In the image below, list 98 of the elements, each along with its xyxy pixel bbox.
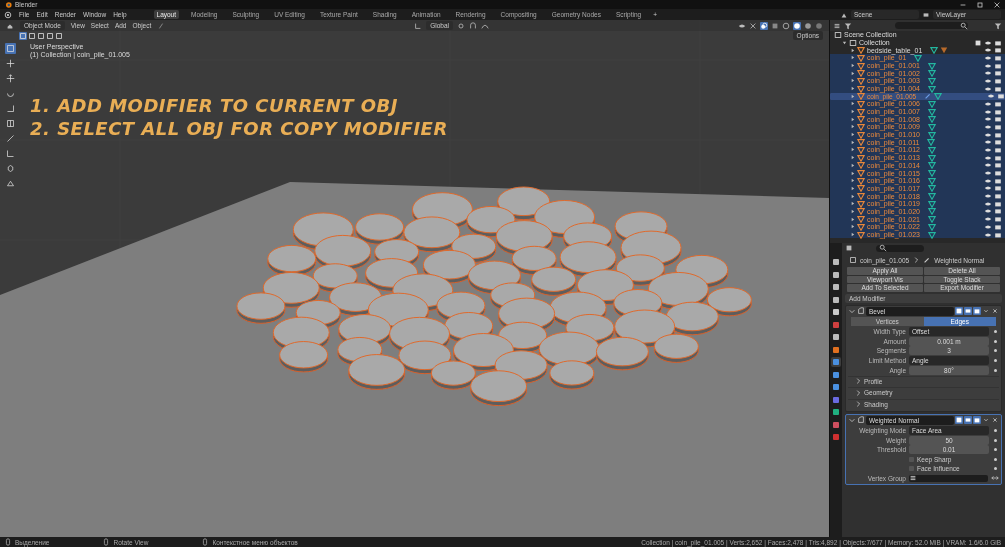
disclosure-icon[interactable] — [850, 139, 855, 145]
checkbox-icon[interactable] — [974, 38, 982, 47]
modifier-icon — [857, 416, 865, 425]
tool-icon[interactable] — [5, 178, 16, 189]
funnel-icon[interactable] — [994, 21, 1002, 30]
disclosure-icon[interactable] — [850, 78, 855, 84]
properties-tab-icon[interactable] — [831, 269, 841, 280]
mouse-icon — [4, 538, 12, 546]
disclosure-icon[interactable] — [850, 109, 855, 115]
close-icon[interactable] — [991, 416, 999, 425]
properties-tab-icon[interactable] — [831, 344, 841, 355]
disclosure-icon[interactable] — [850, 147, 855, 153]
tool-icon[interactable] — [5, 73, 16, 84]
search-icon — [960, 21, 968, 30]
vertex-group-field[interactable] — [909, 474, 988, 482]
keyframe-dot[interactable] — [994, 467, 997, 471]
annotation-text: 1. ADD MODIFIER TO CURRENT OBJ — [30, 95, 399, 116]
disclosure-icon[interactable] — [850, 124, 855, 130]
tool-icon[interactable] — [5, 148, 16, 159]
keyframe-dot[interactable] — [994, 330, 997, 334]
pivot-icon[interactable] — [457, 21, 466, 30]
disclosure-icon[interactable] — [850, 162, 855, 168]
disclosure-icon[interactable] — [850, 201, 855, 207]
disclosure-icon[interactable] — [850, 93, 855, 99]
material-shading-icon[interactable] — [804, 21, 812, 30]
search-field[interactable] — [876, 244, 924, 252]
gizmo-icon[interactable] — [749, 21, 757, 30]
disclosure-icon[interactable] — [850, 193, 855, 199]
tool-icon[interactable] — [5, 43, 16, 54]
properties-tab-icon[interactable] — [831, 382, 841, 392]
search-icon — [879, 244, 887, 252]
keyframe-dot[interactable] — [994, 368, 997, 372]
disclosure-icon[interactable] — [850, 70, 855, 76]
tool-icon[interactable] — [5, 58, 16, 69]
render-toggle-icon[interactable] — [973, 307, 981, 315]
properties-tab-icon[interactable] — [831, 294, 841, 305]
tool-icon[interactable] — [5, 163, 16, 174]
solid-shading-icon[interactable] — [793, 21, 801, 30]
disclosure-icon[interactable] — [850, 232, 855, 238]
render-toggle-icon[interactable] — [973, 416, 981, 425]
keyframe-dot[interactable] — [994, 448, 997, 452]
mouse-icon — [102, 538, 111, 546]
keyframe-dot[interactable] — [994, 428, 997, 432]
properties-tab-icon[interactable] — [831, 369, 841, 380]
disclosure-icon[interactable] — [850, 47, 855, 53]
axes-icon[interactable] — [414, 21, 423, 30]
wireframe-shading-icon[interactable] — [782, 21, 790, 30]
snap-icon[interactable] — [469, 21, 478, 30]
properties-tab-icon[interactable] — [831, 332, 841, 342]
dropdown-icon[interactable] — [982, 307, 990, 315]
mouse-icon — [201, 538, 210, 546]
annotation-text: 2. SELECT ALL OBJ FOR COPY MODIFIER — [30, 118, 448, 139]
disclosure-icon[interactable] — [850, 185, 855, 191]
display-toggle-icon[interactable] — [964, 307, 972, 315]
display-mode-icon[interactable] — [833, 21, 841, 30]
chevron-right-icon — [912, 256, 921, 264]
properties-tab-icon[interactable] — [831, 407, 841, 417]
disclosure-icon[interactable] — [850, 208, 855, 214]
disclosure-icon[interactable] — [850, 86, 855, 92]
disclosure-icon[interactable] — [850, 116, 855, 122]
selection-mode-icon[interactable] — [19, 31, 27, 40]
disclosure-icon[interactable] — [850, 101, 855, 107]
disclosure-icon[interactable] — [842, 40, 847, 46]
disclosure-icon[interactable] — [850, 178, 855, 184]
invert-icon[interactable] — [991, 474, 999, 483]
rendered-shading-icon[interactable] — [815, 21, 823, 30]
tool-icon[interactable] — [5, 118, 16, 129]
disclosure-icon[interactable] — [850, 224, 855, 230]
display-toggle-icon[interactable] — [964, 416, 972, 425]
mesh-object-icon — [849, 256, 857, 264]
search-field[interactable] — [895, 22, 968, 29]
disclosure-icon[interactable] — [850, 63, 855, 69]
tool-icon[interactable] — [5, 133, 16, 144]
wrench-icon — [923, 256, 932, 264]
disclosure-icon[interactable] — [850, 155, 855, 161]
edit-mode-toggle-icon[interactable] — [955, 416, 963, 425]
properties-tab-icon[interactable] — [831, 282, 841, 292]
keyframe-dot[interactable] — [994, 457, 997, 461]
keyframe-dot[interactable] — [994, 358, 997, 362]
overlay-icon[interactable] — [760, 21, 768, 30]
properties-tab-icon[interactable] — [831, 257, 841, 267]
vertex-group-icon — [909, 474, 917, 483]
properties-tab-icon[interactable] — [831, 307, 841, 317]
keyframe-dot[interactable] — [994, 339, 997, 343]
disclosure-icon[interactable] — [850, 132, 855, 138]
edit-mode-toggle-icon[interactable] — [955, 307, 963, 315]
maximize-icon[interactable] — [976, 0, 984, 9]
tool-icon[interactable] — [5, 103, 16, 114]
filter-icon[interactable] — [844, 21, 852, 30]
close-icon[interactable] — [991, 307, 999, 315]
modifier-icon — [857, 307, 865, 315]
disclosure-icon[interactable] — [850, 55, 855, 61]
keyframe-dot[interactable] — [994, 349, 997, 353]
properties-tab-icon[interactable] — [831, 357, 841, 367]
close-icon[interactable] — [993, 0, 1001, 9]
keyframe-dot[interactable] — [994, 438, 997, 442]
disclosure-icon[interactable] — [850, 170, 855, 176]
disclosure-icon[interactable] — [850, 216, 855, 222]
